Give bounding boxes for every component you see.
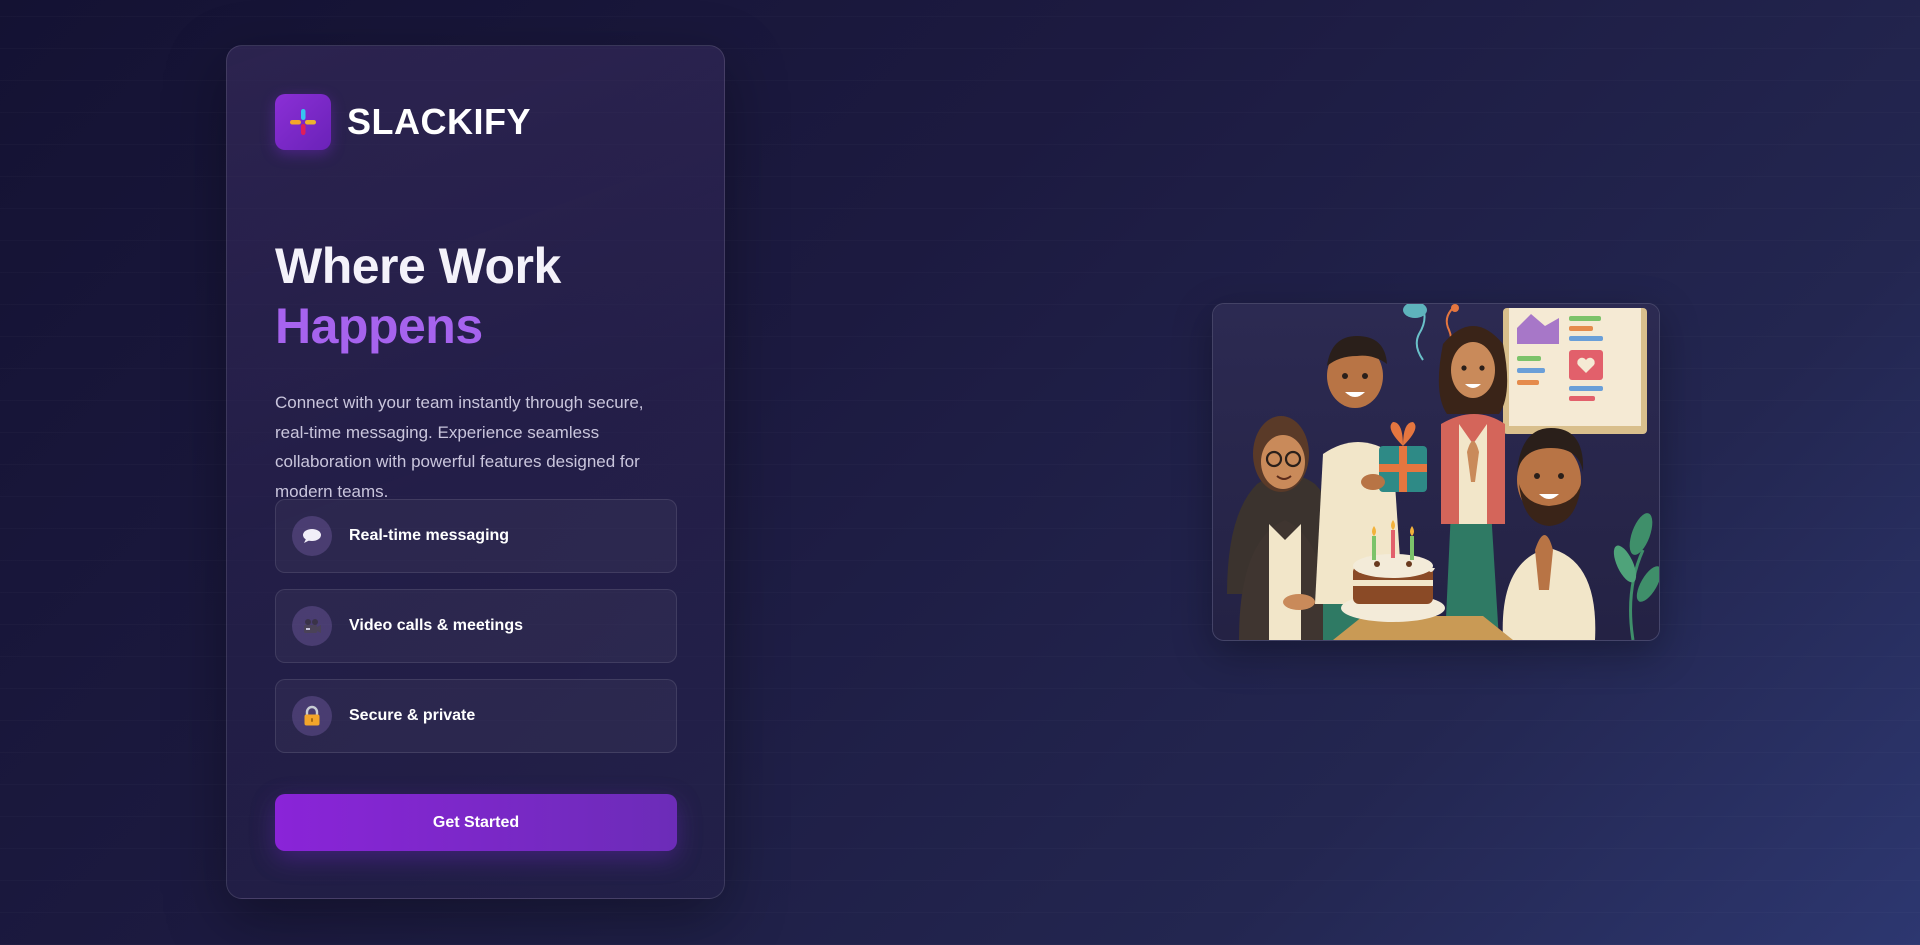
feature-label: Video calls & meetings — [349, 617, 523, 634]
brand-name: SLACKIFY — [347, 101, 531, 142]
feature-label: Real-time messaging — [349, 527, 510, 544]
get-started-button[interactable]: Get Started — [275, 794, 677, 851]
page-title: Where Work Happens — [275, 236, 561, 356]
feature-secure-private: Secure & private — [275, 679, 677, 753]
headline-line-2: Happens — [275, 298, 483, 354]
team-celebration-illustration — [1212, 303, 1660, 641]
lock-icon — [292, 696, 332, 736]
hero-card: SLACKIFY Where Work Happens Connect with… — [226, 45, 725, 899]
hero-description: Connect with your team instantly through… — [275, 393, 644, 501]
feature-label: Secure & private — [349, 707, 476, 724]
headline-line-1: Where Work — [275, 238, 561, 294]
speech-bubble-icon — [292, 516, 332, 556]
brand: SLACKIFY — [275, 94, 531, 150]
logo-icon — [275, 94, 331, 150]
whiteboard — [1503, 308, 1647, 434]
video-camera-icon — [292, 606, 332, 646]
feature-video-calls: Video calls & meetings — [275, 589, 677, 663]
feature-realtime-messaging: Real-time messaging — [275, 499, 677, 573]
